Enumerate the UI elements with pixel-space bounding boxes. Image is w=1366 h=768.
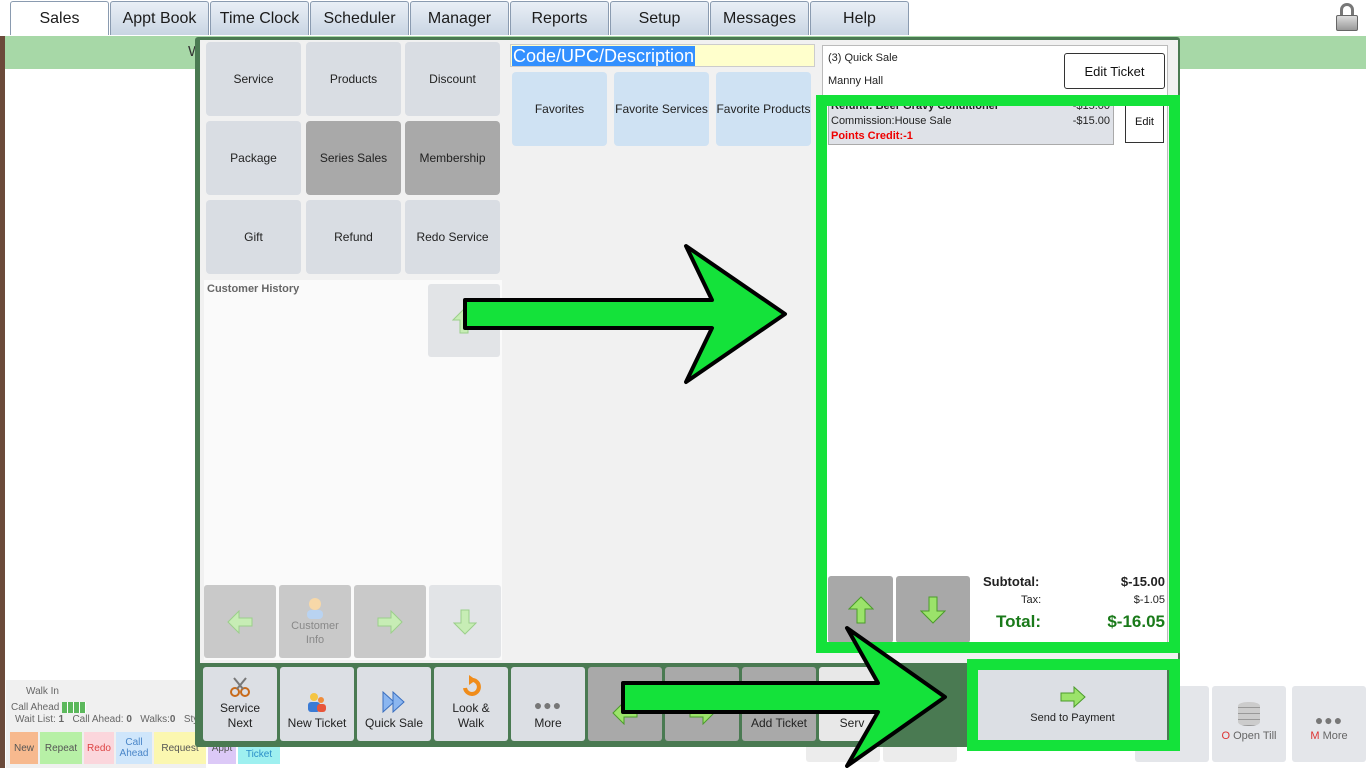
history-next-button[interactable] xyxy=(354,585,426,658)
chip-redo[interactable]: Redo xyxy=(84,732,114,764)
left-edge xyxy=(0,36,5,768)
dots-icon: ●●● xyxy=(533,697,563,713)
customer-history-label: Customer History xyxy=(207,283,300,295)
favorite-products-button[interactable]: Favorite Products xyxy=(716,72,811,146)
quick-sale-button[interactable]: Quick Sale xyxy=(357,667,431,741)
products-button[interactable]: Products xyxy=(306,42,401,116)
rotate-icon xyxy=(463,675,481,696)
tab-manager[interactable]: Manager xyxy=(410,1,509,35)
open-till-button[interactable]: O Open Till xyxy=(1212,686,1286,762)
history-scroll-up-button[interactable] xyxy=(428,284,500,357)
scissors-icon xyxy=(230,677,250,697)
payment-highlight-box xyxy=(967,659,1180,751)
call-ahead-label: Call Ahead xyxy=(11,702,60,713)
discount-button[interactable]: Discount xyxy=(405,42,500,116)
walk-in-label: Walk In xyxy=(26,686,59,697)
toolbar-prev-button[interactable] xyxy=(588,667,662,741)
arrow-left-icon xyxy=(612,701,638,725)
tab-appt-book[interactable]: Appt Book xyxy=(110,1,209,35)
wait-list-counts: Wait List: 1 Call Ahead: 0 Walks:0 Styli xyxy=(15,714,203,725)
series-sales-button[interactable]: Series Sales xyxy=(306,121,401,195)
search-selected-text: Code/UPC/Description xyxy=(512,46,696,66)
arrow-right-icon xyxy=(689,701,715,725)
gift-button[interactable]: Gift xyxy=(206,200,301,274)
customer-info-button[interactable]: Customer Info xyxy=(279,585,351,658)
tab-sales[interactable]: Sales xyxy=(10,1,109,35)
person-icon xyxy=(307,597,323,619)
toolbar-next-button[interactable] xyxy=(665,667,739,741)
chip-repeat[interactable]: Repeat xyxy=(40,732,82,764)
ticket-title: (3) Quick Sale xyxy=(828,52,898,64)
top-nav: Sales Appt Book Time Clock Scheduler Man… xyxy=(0,0,1366,36)
redo-service-button[interactable]: Redo Service xyxy=(405,200,500,274)
history-prev-button[interactable] xyxy=(204,585,276,658)
edit-ticket-button[interactable]: Edit Ticket xyxy=(1064,53,1165,89)
history-scroll-down-button[interactable] xyxy=(429,585,501,658)
people-icon xyxy=(308,693,326,712)
favorite-services-button[interactable]: Favorite Services xyxy=(614,72,709,146)
arrow-left-icon xyxy=(227,609,253,634)
tab-scheduler[interactable]: Scheduler xyxy=(310,1,409,35)
arrow-down-icon xyxy=(453,609,477,635)
dots-icon: ●●● xyxy=(1314,712,1344,728)
add-ticket-button[interactable]: Add Ticket xyxy=(742,667,816,741)
arrow-right-icon xyxy=(377,609,403,634)
database-icon xyxy=(1238,702,1260,726)
ticket-highlight-box xyxy=(816,95,1180,653)
tab-help[interactable]: Help xyxy=(810,1,909,35)
ticket-customer: Manny Hall xyxy=(828,75,884,87)
refund-button[interactable]: Refund xyxy=(306,200,401,274)
new-ticket-button[interactable]: New Ticket xyxy=(280,667,354,741)
call-ahead-bars xyxy=(62,702,86,713)
tab-messages[interactable]: Messages xyxy=(710,1,809,35)
package-button[interactable]: Package xyxy=(206,121,301,195)
membership-button[interactable]: Membership xyxy=(405,121,500,195)
search-input[interactable]: Code/UPC/Description xyxy=(510,44,815,67)
service-button[interactable]: Service xyxy=(206,42,301,116)
chip-call-ahead[interactable]: Call Ahead xyxy=(116,732,152,764)
arrow-up-icon xyxy=(452,307,476,333)
service-next-button[interactable]: Service Next xyxy=(203,667,277,741)
fast-forward-icon xyxy=(382,691,405,713)
bg-more-button[interactable]: ●●● M More xyxy=(1292,686,1366,762)
more-button[interactable]: ●●● More xyxy=(511,667,585,741)
tab-time-clock[interactable]: Time Clock xyxy=(210,1,309,35)
tab-reports[interactable]: Reports xyxy=(510,1,609,35)
return-service-button[interactable]: Retu Serv xyxy=(819,667,885,741)
chip-new[interactable]: New xyxy=(10,732,38,764)
lock-icon[interactable] xyxy=(1336,3,1358,31)
favorites-button[interactable]: Favorites xyxy=(512,72,607,146)
look-walk-button[interactable]: Look & Walk xyxy=(434,667,508,741)
tab-setup[interactable]: Setup xyxy=(610,1,709,35)
